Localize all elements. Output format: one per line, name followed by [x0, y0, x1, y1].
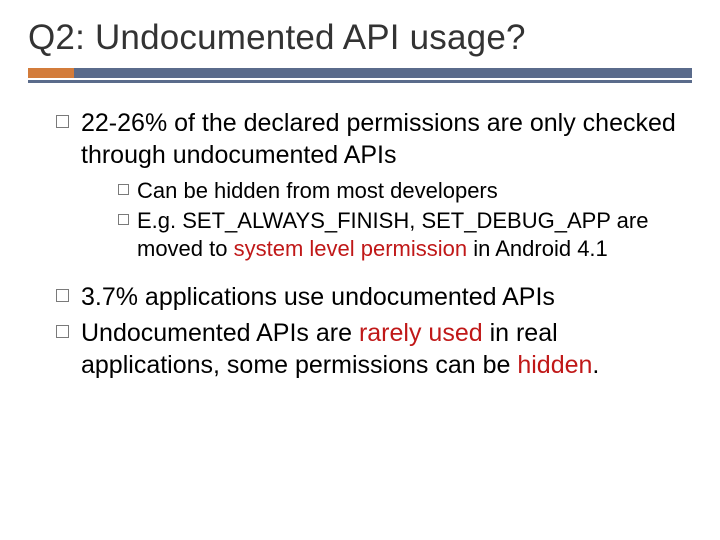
bullet-text: Undocumented APIs are rarely used in rea… [81, 317, 678, 381]
title-divider [28, 68, 692, 83]
sub-bullet-item: E.g. SET_ALWAYS_FINISH, SET_DEBUG_APP ar… [118, 207, 678, 263]
bullet-text: 3.7% applications use undocumented APIs [81, 281, 555, 313]
bullet-text: 22-26% of the declared permissions are o… [81, 107, 678, 171]
square-bullet-icon [56, 325, 69, 338]
slide-body: 22-26% of the declared permissions are o… [28, 107, 692, 381]
emphasized-text: hidden [517, 351, 592, 379]
slide: Q2: Undocumented API usage? 22-26% of th… [0, 0, 720, 540]
square-bullet-icon [118, 214, 129, 225]
square-bullet-icon [56, 115, 69, 128]
bullet-item: 3.7% applications use undocumented APIs [56, 281, 678, 313]
bullet-item: 22-26% of the declared permissions are o… [56, 107, 678, 171]
square-bullet-icon [118, 184, 129, 195]
text-run: . [592, 351, 599, 379]
sub-bullet-text: E.g. SET_ALWAYS_FINISH, SET_DEBUG_APP ar… [137, 207, 678, 263]
emphasized-text: system level permission [234, 236, 468, 261]
bullet-item: Undocumented APIs are rarely used in rea… [56, 317, 678, 381]
slide-title: Q2: Undocumented API usage? [28, 18, 692, 58]
text-run: in Android 4.1 [467, 236, 608, 261]
sub-bullet-text: Can be hidden from most developers [137, 177, 498, 205]
sub-list: Can be hidden from most developers E.g. … [118, 177, 678, 263]
sub-bullet-item: Can be hidden from most developers [118, 177, 678, 205]
text-run: Undocumented APIs are [81, 319, 359, 347]
emphasized-text: rarely used [359, 319, 483, 347]
square-bullet-icon [56, 289, 69, 302]
